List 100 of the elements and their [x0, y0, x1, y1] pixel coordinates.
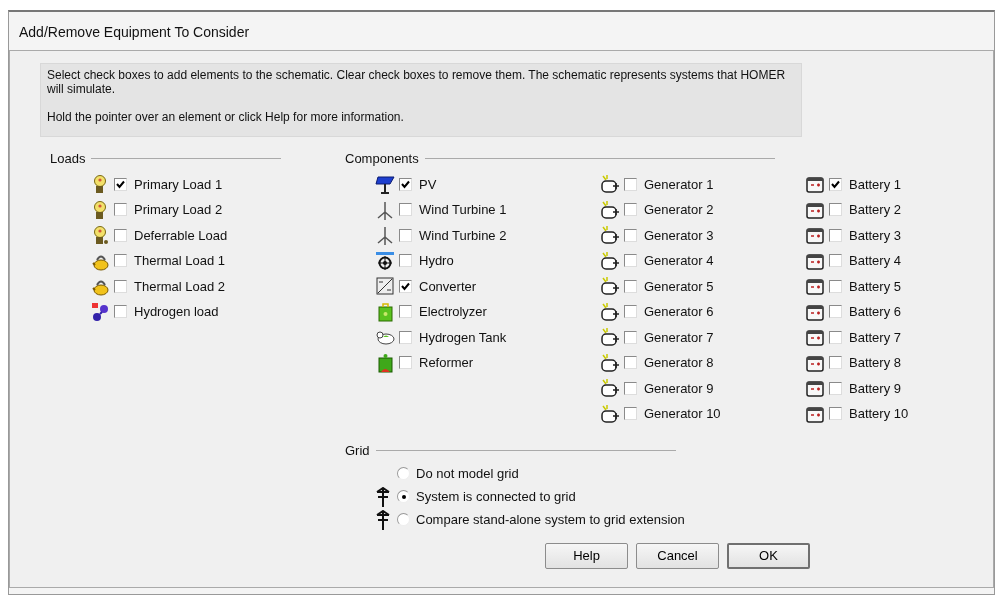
checkbox-label[interactable]: Thermal Load 2 [134, 276, 226, 296]
checkbox-label[interactable]: Generator 10 [644, 404, 721, 424]
checkbox[interactable] [114, 279, 127, 293]
checkbox-label[interactable]: Generator 3 [644, 225, 714, 245]
checkbox[interactable] [829, 407, 842, 421]
checkbox-label[interactable]: Battery 6 [849, 302, 902, 322]
info-text: Select check boxes to add elements to the schematic. Clear check boxes to remove them. The schematic represents systems that HOMER will simulate. [47, 68, 787, 96]
info-text: Hold the pointer over an element or click Help for more information. [47, 110, 405, 124]
generator-icon [600, 301, 620, 322]
checkbox-label[interactable]: Generator 7 [644, 327, 714, 347]
checkbox[interactable] [829, 254, 842, 268]
checkbox[interactable] [829, 356, 842, 370]
checkbox[interactable] [624, 279, 637, 293]
checkbox-label[interactable]: Battery 2 [849, 200, 902, 220]
generator-icon [600, 250, 620, 271]
battery-icon [805, 225, 825, 246]
checkbox-label[interactable]: Converter [419, 276, 477, 296]
checkbox-label[interactable]: Battery 5 [849, 276, 902, 296]
water-wheel-icon [375, 250, 395, 271]
checkbox[interactable] [829, 330, 842, 344]
checkbox[interactable] [829, 381, 842, 395]
checkbox-label[interactable]: Generator 4 [644, 251, 714, 271]
checkbox[interactable] [829, 305, 842, 319]
checkbox-label[interactable]: Battery 7 [849, 327, 902, 347]
generator-icon [600, 403, 620, 424]
checkbox-label[interactable]: Battery 8 [849, 353, 902, 373]
checkbox-label[interactable]: Generator 5 [644, 276, 714, 296]
generator-icon [600, 378, 620, 399]
checkbox-label[interactable]: Wind Turbine 1 [419, 200, 507, 220]
battery-icon [805, 327, 825, 348]
radio-label[interactable]: System is connected to grid [416, 486, 576, 507]
generator-icon [600, 199, 620, 220]
checkbox-label[interactable]: Primary Load 2 [134, 200, 223, 220]
checkbox-label[interactable]: Hydrogen Tank [419, 327, 507, 347]
checkbox[interactable] [399, 177, 412, 191]
checkbox[interactable] [399, 330, 412, 344]
generator-icon [600, 352, 620, 373]
checkbox[interactable] [399, 356, 412, 370]
wind-turbine-icon [375, 225, 395, 246]
wind-turbine-icon [375, 199, 395, 220]
checkbox[interactable] [399, 279, 412, 293]
checkbox-label[interactable]: Battery 9 [849, 378, 902, 398]
checkbox-label[interactable]: PV [419, 174, 437, 194]
group-heading: Loads [50, 150, 86, 168]
checkbox[interactable] [624, 177, 637, 191]
checkbox-label[interactable]: Primary Load 1 [134, 174, 223, 194]
checkbox[interactable] [624, 228, 637, 242]
checkbox[interactable] [399, 305, 412, 319]
radio-label[interactable]: Do not model grid [416, 463, 519, 484]
dialog-button[interactable]: OK [727, 543, 810, 569]
checkbox[interactable] [624, 254, 637, 268]
checkbox[interactable] [114, 203, 127, 217]
dialog-button[interactable]: Help [545, 543, 628, 569]
checkbox-label[interactable]: Battery 3 [849, 225, 902, 245]
checkbox-label[interactable]: Thermal Load 1 [134, 251, 226, 271]
checkbox-label[interactable]: Hydrogen load [134, 302, 219, 322]
checkbox[interactable] [624, 203, 637, 217]
checkbox[interactable] [114, 305, 127, 319]
reformer-icon [375, 352, 395, 373]
checkbox[interactable] [114, 254, 127, 268]
checkbox[interactable] [399, 228, 412, 242]
checkbox[interactable] [829, 177, 842, 191]
battery-icon [805, 276, 825, 297]
checkbox[interactable] [114, 177, 127, 191]
checkbox-label[interactable]: Reformer [419, 353, 474, 373]
dialog-button[interactable]: Cancel [636, 543, 719, 569]
checkbox-label[interactable]: Generator 9 [644, 378, 714, 398]
radio-button[interactable] [397, 467, 410, 480]
radio-button[interactable] [397, 513, 410, 526]
checkbox[interactable] [624, 305, 637, 319]
checkbox[interactable] [829, 279, 842, 293]
checkbox-label[interactable]: Battery 4 [849, 251, 902, 271]
checkbox-label[interactable]: Battery 10 [849, 404, 909, 424]
checkbox[interactable] [624, 407, 637, 421]
checkbox[interactable] [829, 228, 842, 242]
checkbox-label[interactable]: Electrolyzer [419, 302, 487, 322]
checkbox-label[interactable]: Battery 1 [849, 174, 902, 194]
checkbox-label[interactable]: Generator 1 [644, 174, 714, 194]
checkbox-label[interactable]: Generator 2 [644, 200, 714, 220]
checkbox[interactable] [399, 254, 412, 268]
checkbox[interactable] [829, 203, 842, 217]
group-heading: Grid [345, 441, 370, 460]
checkbox-label[interactable]: Wind Turbine 2 [419, 225, 507, 245]
checkbox[interactable] [399, 203, 412, 217]
checkbox-label[interactable]: Generator 6 [644, 302, 714, 322]
checkbox-label[interactable]: Generator 8 [644, 353, 714, 373]
group-heading: Components [345, 150, 419, 168]
generator-icon [600, 276, 620, 297]
checkbox[interactable] [624, 356, 637, 370]
checkbox-label[interactable]: Hydro [419, 251, 454, 271]
battery-icon [805, 174, 825, 195]
generator-icon [600, 174, 620, 195]
checkbox-label[interactable]: Deferrable Load [134, 225, 228, 245]
radio-button[interactable] [397, 490, 410, 503]
checkbox[interactable] [114, 228, 127, 242]
radio-label[interactable]: Compare stand-alone system to grid extension [416, 509, 685, 530]
battery-icon [805, 378, 825, 399]
converter-icon [375, 276, 395, 297]
checkbox[interactable] [624, 381, 637, 395]
checkbox[interactable] [624, 330, 637, 344]
